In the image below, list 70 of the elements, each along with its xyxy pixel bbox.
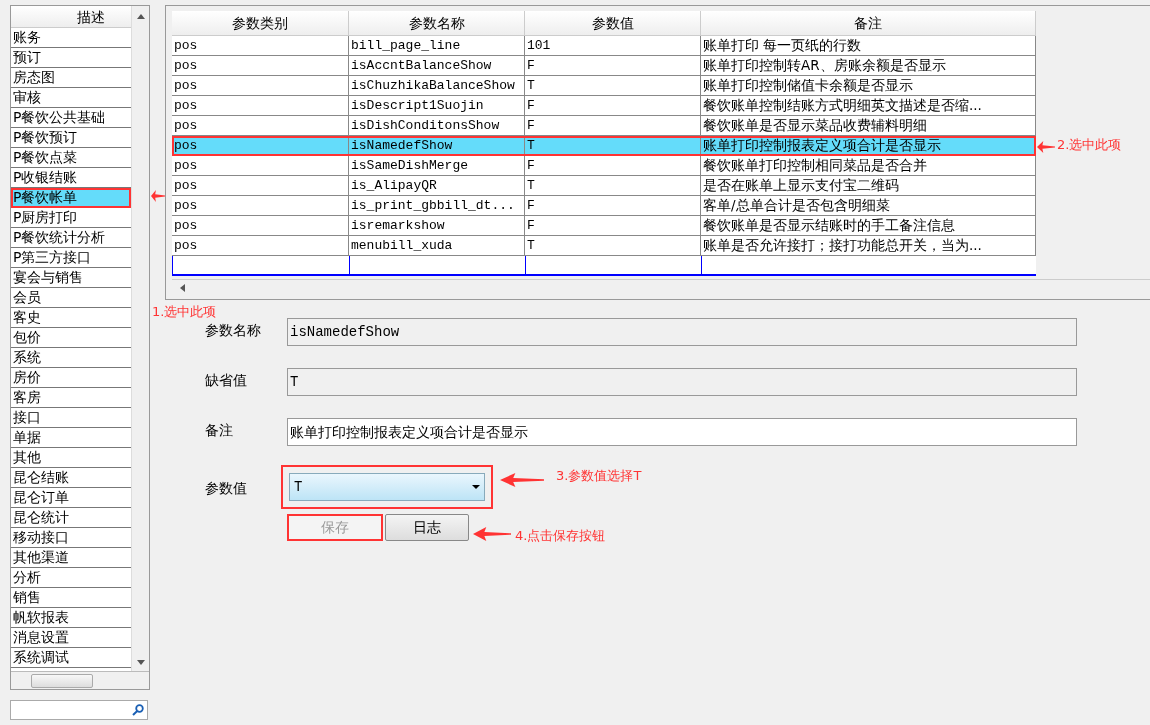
table-cell: pos xyxy=(172,216,349,236)
table-cell: 账单打印 每一页纸的行数 xyxy=(701,36,1036,56)
field-label: 备注 xyxy=(205,421,234,440)
table-cell: pos xyxy=(172,196,349,216)
table-cell: 101 xyxy=(525,36,701,56)
table-cell: 餐饮账单是否显示菜品收费辅料明细 xyxy=(701,116,1036,136)
annotation-text: 3.参数值选择T xyxy=(556,467,642,485)
table-cell: pos xyxy=(172,36,349,56)
table-cell: F xyxy=(525,56,701,76)
table-cell: 客单/总单合计是否包含明细菜 xyxy=(701,196,1036,216)
dropdown-caret-icon[interactable] xyxy=(472,485,480,489)
log-button[interactable]: 日志 xyxy=(385,514,469,541)
field-label: 参数名称 xyxy=(205,321,262,340)
table-cell: F xyxy=(525,156,701,176)
table-cell: F xyxy=(525,216,701,236)
field-label: 缺省值 xyxy=(205,371,248,390)
table-cell: 是否在账单上显示支付宝二维码 xyxy=(701,176,1036,196)
table-cell: 账单打印控制转AR、房账余额是否显示 xyxy=(701,56,1036,76)
readonly-field: T xyxy=(287,368,1077,396)
new-row-cell[interactable] xyxy=(701,256,1036,276)
new-row-cell[interactable] xyxy=(525,256,701,276)
scroll-thumb[interactable] xyxy=(31,673,93,688)
scroll-up-icon[interactable] xyxy=(136,14,145,19)
table-cell: 账单打印控制储值卡余额是否显示 xyxy=(701,76,1036,96)
new-row-cell[interactable] xyxy=(172,256,349,276)
scroll-left-icon[interactable] xyxy=(180,284,185,292)
callout-arrow xyxy=(151,190,165,202)
table-cell: F xyxy=(525,196,701,216)
table-cell: pos xyxy=(172,56,349,76)
table-cell: isDishConditonsShow xyxy=(349,116,525,136)
scroll-down-icon[interactable] xyxy=(136,660,145,665)
annotation-text: 1.选中此项 xyxy=(152,303,217,321)
table-cell: is_print_gbbill_dt... xyxy=(349,196,525,216)
readonly-field: isNamedefShow xyxy=(287,318,1077,346)
callout-arrow xyxy=(1037,141,1055,153)
column-header[interactable]: 参数值 xyxy=(525,11,701,36)
table-cell: bill_page_line xyxy=(349,36,525,56)
table-cell: 餐饮账单打印控制相同菜品是否合并 xyxy=(701,156,1036,176)
annotation-text: 2.选中此项 xyxy=(1057,136,1122,154)
field-label: 参数值 xyxy=(205,479,248,498)
table-cell: pos xyxy=(172,96,349,116)
search-field[interactable] xyxy=(10,700,148,720)
table-cell: T xyxy=(525,76,701,96)
input-field[interactable]: 账单打印控制报表定义项合计是否显示 xyxy=(287,418,1077,446)
annotation-text: 4.点击保存按钮 xyxy=(515,527,606,545)
table-cell: isDescript1Suojin xyxy=(349,96,525,116)
table-cell: F xyxy=(525,96,701,116)
table-cell: isChuzhikaBalanceShow xyxy=(349,76,525,96)
search-icon[interactable] xyxy=(132,704,144,716)
new-row-cell[interactable] xyxy=(349,256,525,276)
table-cell: pos xyxy=(172,76,349,96)
column-header[interactable]: 备注 xyxy=(701,11,1036,36)
column-header[interactable]: 参数名称 xyxy=(349,11,525,36)
callout-arrow xyxy=(500,473,544,487)
column-header[interactable]: 参数类别 xyxy=(172,11,349,36)
table-cell: pos xyxy=(172,176,349,196)
value-dropdown[interactable]: T xyxy=(289,473,485,501)
table-cell: pos xyxy=(172,156,349,176)
table-cell: is_AlipayQR xyxy=(349,176,525,196)
horizontal-scrollbar[interactable] xyxy=(11,671,149,689)
table-cell: 餐饮账单是否显示结账时的手工备注信息 xyxy=(701,216,1036,236)
table-cell: isremarkshow xyxy=(349,216,525,236)
table-cell: isAccntBalanceShow xyxy=(349,56,525,76)
table-cell: isSameDishMerge xyxy=(349,156,525,176)
table-cell: F xyxy=(525,116,701,136)
table-cell: T xyxy=(525,176,701,196)
table-cell: 餐饮账单控制结账方式明细英文描述是否缩... xyxy=(701,96,1036,116)
table-cell: pos xyxy=(172,116,349,136)
vertical-scrollbar[interactable] xyxy=(131,6,149,671)
callout-arrow xyxy=(473,527,511,541)
